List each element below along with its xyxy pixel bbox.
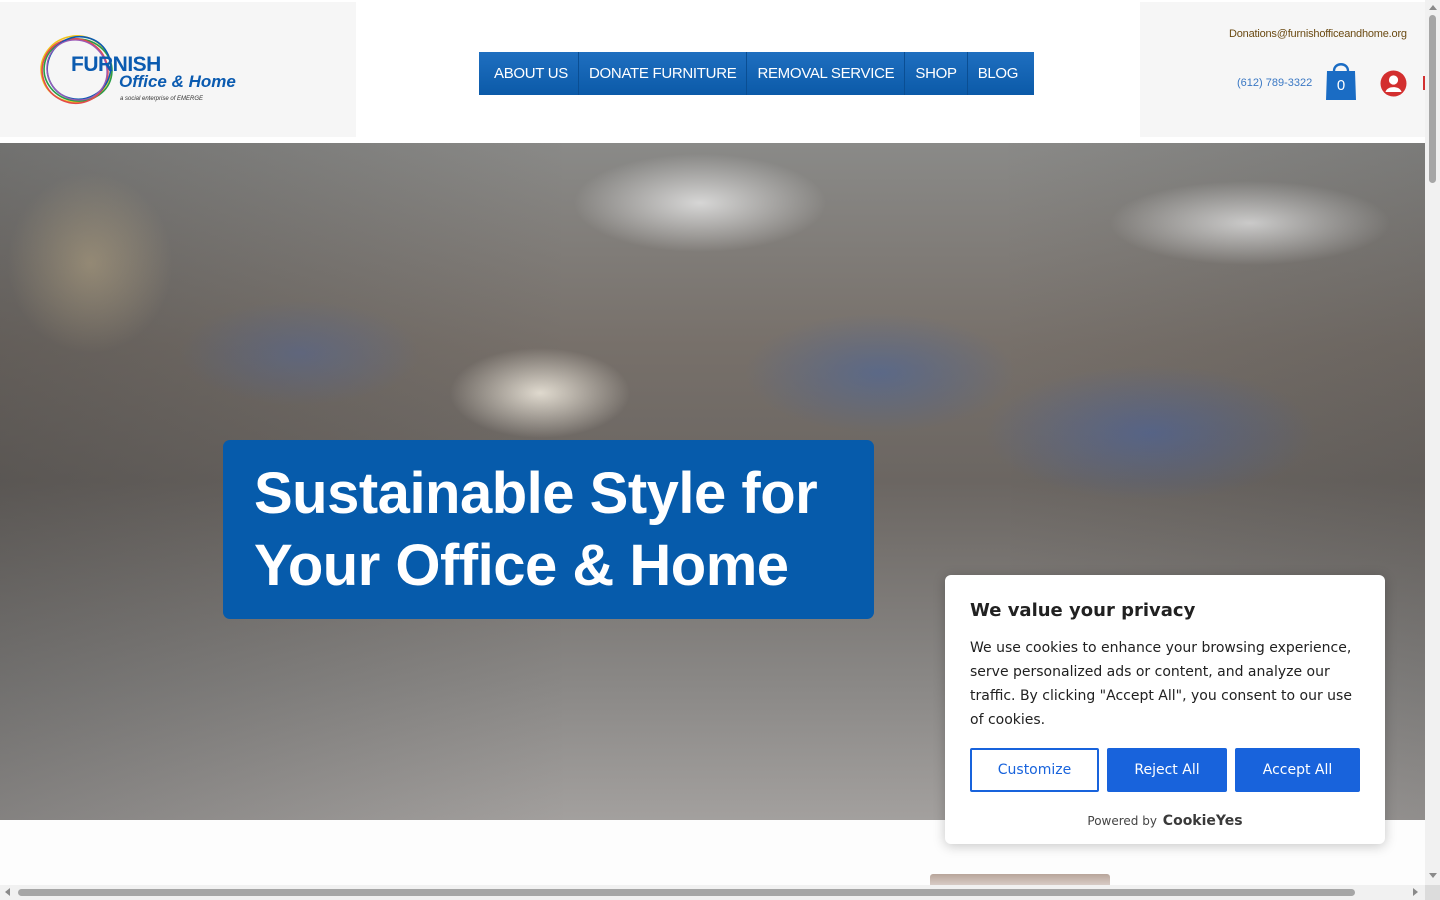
logo-tagline: a social enterprise of EMERGE [120, 96, 204, 102]
reject-all-button[interactable]: Reject All [1107, 748, 1227, 792]
scroll-up-arrow-icon[interactable] [1429, 5, 1437, 10]
cart-count: 0 [1336, 77, 1346, 94]
cookie-consent-banner: We value your privacy We use cookies to … [945, 575, 1385, 844]
main-nav: ABOUT US DONATE FURNITURE REMOVAL SERVIC… [479, 52, 1035, 95]
cookie-banner-title: We value your privacy [970, 600, 1196, 621]
user-avatar-icon [1380, 70, 1407, 97]
customize-button[interactable]: Customize [970, 748, 1099, 792]
nav-item-shop[interactable]: SHOP [905, 52, 968, 95]
logo-subname: Office & Home [119, 72, 236, 91]
powered-by-label: Powered by [1087, 814, 1157, 828]
horizontal-scroll-thumb[interactable] [18, 889, 1355, 896]
site-logo[interactable]: FURNISH Office & Home a social enterpris… [38, 32, 248, 110]
site-header: FURNISH Office & Home a social enterpris… [0, 0, 1425, 143]
scroll-down-arrow-icon[interactable] [1429, 873, 1437, 878]
logo-panel: FURNISH Office & Home a social enterpris… [0, 2, 356, 137]
scroll-right-arrow-icon[interactable] [1413, 888, 1418, 896]
nav-item-blog[interactable]: BLOG [968, 52, 1034, 95]
donations-email-link[interactable]: Donations@furnishofficeandhome.org [1229, 28, 1407, 40]
nav-item-about-us[interactable]: ABOUT US [479, 52, 580, 95]
vertical-scrollbar[interactable] [1425, 0, 1440, 885]
nav-item-donate-furniture[interactable]: DONATE FURNITURE [579, 52, 748, 95]
cookie-banner-text: We use cookies to enhance your browsing … [970, 640, 1352, 728]
scrollbar-corner [1425, 885, 1440, 900]
cart-button[interactable]: 0 [1324, 58, 1358, 102]
hero-heading: Sustainable Style for Your Office & Home [254, 461, 818, 598]
contact-panel: Donations@furnishofficeandhome.org (612)… [1140, 2, 1425, 137]
nav-item-removal-service[interactable]: REMOVAL SERVICE [747, 52, 906, 95]
page: FURNISH Office & Home a social enterpris… [0, 0, 1440, 900]
account-button[interactable] [1380, 70, 1407, 97]
horizontal-scrollbar[interactable] [0, 885, 1425, 900]
phone-link[interactable]: (612) 789-3322 [1237, 77, 1312, 89]
below-fold-image [930, 874, 1110, 885]
accept-all-button[interactable]: Accept All [1235, 748, 1360, 792]
cookieyes-brand-link[interactable]: CookieYes [1163, 813, 1243, 829]
hero-heading-box: Sustainable Style for Your Office & Home [223, 440, 874, 619]
vertical-scroll-thumb[interactable] [1429, 15, 1436, 183]
scroll-left-arrow-icon[interactable] [5, 888, 10, 896]
powered-by-line: Powered by CookieYes [945, 813, 1385, 829]
